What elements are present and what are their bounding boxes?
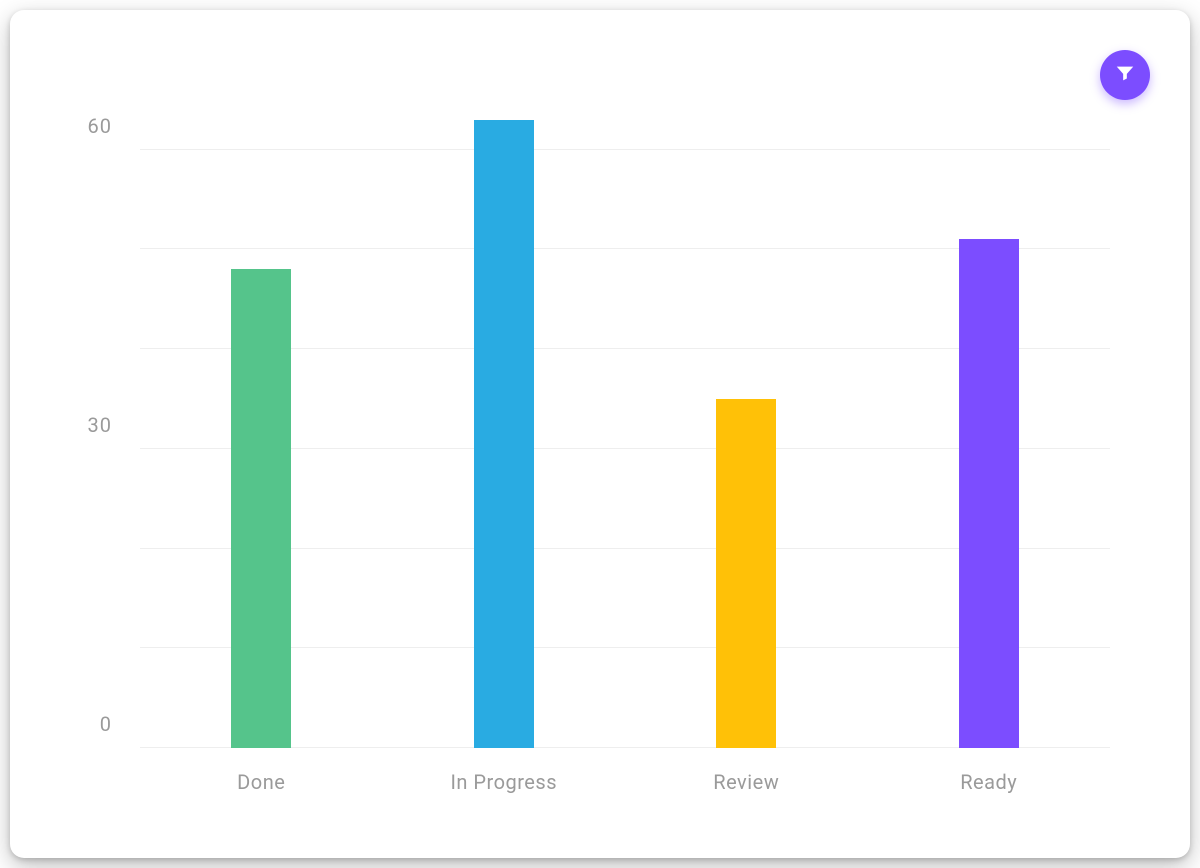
- y-tick-label: 30: [88, 413, 112, 437]
- bar-done[interactable]: [231, 269, 291, 748]
- bar-in-progress[interactable]: [474, 120, 534, 748]
- x-tick-label: Ready: [868, 748, 1111, 818]
- x-tick-label: In Progress: [383, 748, 626, 818]
- x-tick-label: Done: [140, 748, 383, 818]
- bar-review[interactable]: [716, 399, 776, 748]
- bar-slot: [383, 50, 626, 748]
- y-axis: 0 30 60: [50, 50, 140, 748]
- x-tick-label: Review: [625, 748, 868, 818]
- y-tick-label: 0: [100, 712, 112, 736]
- bar-slot: [625, 50, 868, 748]
- plot-area: [140, 50, 1110, 748]
- x-axis: DoneIn ProgressReviewReady: [140, 748, 1110, 818]
- bar-slot: [868, 50, 1111, 748]
- bar-chart: 0 30 60 DoneIn ProgressReviewReady: [50, 50, 1150, 818]
- bar-slot: [140, 50, 383, 748]
- bar-ready[interactable]: [959, 239, 1019, 748]
- y-tick-label: 60: [88, 114, 112, 138]
- bars-container: [140, 50, 1110, 748]
- chart-card: 0 30 60 DoneIn ProgressReviewReady: [10, 10, 1190, 858]
